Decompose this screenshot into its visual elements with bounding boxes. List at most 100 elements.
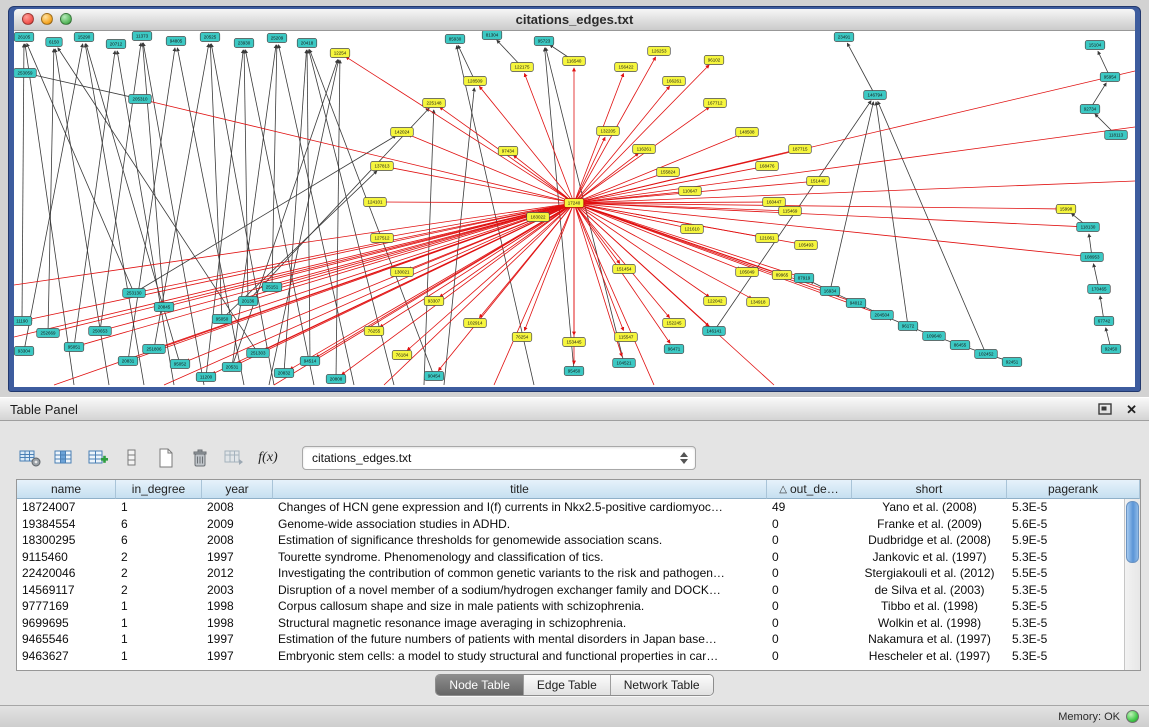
graph-node[interactable]: 26105 bbox=[14, 33, 34, 42]
graph-node[interactable]: 118130 bbox=[1077, 223, 1100, 232]
network-window[interactable]: citations_edges.txt 17240 116540 122175 128… bbox=[8, 6, 1141, 392]
graph-node[interactable]: 132205 bbox=[597, 127, 620, 136]
graph-node[interactable]: 116261 bbox=[633, 145, 656, 154]
graph-node[interactable]: 20808 bbox=[326, 375, 346, 384]
column-header-year[interactable]: year bbox=[202, 480, 273, 499]
graph-node[interactable]: 168476 bbox=[756, 162, 779, 171]
graph-node[interactable]: 94012 bbox=[846, 299, 866, 308]
graph-node[interactable]: 204504 bbox=[871, 311, 894, 320]
table-row[interactable]: 946554611997Estimation of the future num… bbox=[17, 631, 1125, 648]
show-column-icon[interactable] bbox=[50, 445, 78, 471]
graph-node[interactable]: 90454 bbox=[424, 372, 444, 381]
graph-node[interactable]: 20525 bbox=[200, 33, 220, 42]
graph-node[interactable]: 95052 bbox=[170, 360, 190, 369]
table-row[interactable]: 977716911998Corpus callosum shape and si… bbox=[17, 598, 1125, 615]
graph-node[interactable]: 151440 bbox=[807, 177, 830, 186]
graph-node[interactable]: 81304 bbox=[482, 31, 502, 40]
graph-node[interactable]: 109640 bbox=[923, 332, 946, 341]
delete-table-icon[interactable] bbox=[186, 445, 214, 471]
graph-node[interactable]: 187715 bbox=[789, 145, 812, 154]
graph-node[interactable]: 108953 bbox=[1081, 253, 1104, 262]
graph-node[interactable]: 121610 bbox=[681, 225, 704, 234]
table-row[interactable]: 2242004622012Investigating the contribut… bbox=[17, 565, 1125, 582]
graph-node[interactable]: 86455 bbox=[950, 341, 970, 350]
column-header-pagerank[interactable]: pagerank bbox=[1007, 480, 1140, 499]
scrollbar-thumb[interactable] bbox=[1126, 501, 1139, 563]
float-panel-icon[interactable] bbox=[1098, 403, 1112, 415]
graph-node[interactable]: 95954 bbox=[1100, 73, 1120, 82]
vertical-scrollbar[interactable] bbox=[1124, 499, 1140, 670]
graph-node[interactable]: 156422 bbox=[615, 63, 638, 72]
graph-node[interactable]: 127512 bbox=[371, 234, 394, 243]
graph-node[interactable]: 76184 bbox=[392, 351, 412, 360]
column-header-name[interactable]: name bbox=[17, 480, 116, 499]
graph-node[interactable]: 92451 bbox=[1002, 358, 1022, 367]
graph-node[interactable]: 76255 bbox=[364, 327, 384, 336]
graph-node[interactable]: 118113 bbox=[1105, 131, 1128, 140]
graph-node[interactable]: 92734 bbox=[1080, 105, 1100, 114]
graph-node[interactable]: 128509 bbox=[464, 77, 487, 86]
graph-node[interactable]: 16934 bbox=[820, 287, 840, 296]
new-table-icon[interactable] bbox=[152, 445, 180, 471]
column-header-out_de[interactable]: △out_de… bbox=[767, 480, 852, 499]
graph-node[interactable]: 122175 bbox=[511, 63, 534, 72]
graph-node[interactable]: 142024 bbox=[391, 128, 414, 137]
zoom-button[interactable] bbox=[60, 13, 72, 25]
table-row[interactable]: 1456911722003Disruption of a novel membe… bbox=[17, 582, 1125, 599]
graph-node[interactable]: 115469 bbox=[779, 207, 802, 216]
graph-node[interactable]: 93307 bbox=[424, 297, 444, 306]
graph-node[interactable]: 170465 bbox=[1088, 285, 1111, 294]
graph-node[interactable]: 116540 bbox=[563, 57, 586, 66]
graph-node[interactable]: 130021 bbox=[391, 268, 414, 277]
graph-node[interactable]: 20136 bbox=[238, 297, 258, 306]
graph-node[interactable]: 252669 bbox=[37, 329, 60, 338]
table-row[interactable]: 911546021997Tourette syndrome. Phenomeno… bbox=[17, 549, 1125, 566]
graph-node[interactable]: 160447 bbox=[763, 198, 786, 207]
graph-node[interactable]: 253059 bbox=[14, 69, 36, 78]
graph-node[interactable]: 11190 bbox=[14, 317, 32, 326]
graph-node[interactable]: 146141 bbox=[703, 327, 726, 336]
graph-hub-node[interactable]: 17240 bbox=[564, 199, 584, 208]
graph-node[interactable]: 152245 bbox=[663, 319, 686, 328]
graph-node[interactable]: 137813 bbox=[371, 162, 394, 171]
graph-node[interactable]: 11373 bbox=[132, 32, 152, 41]
graph-node[interactable]: 134918 bbox=[747, 298, 770, 307]
graph-node[interactable]: 87919 bbox=[794, 274, 814, 283]
graph-node[interactable]: 95051 bbox=[64, 343, 84, 352]
graph-node[interactable]: 20712 bbox=[106, 40, 126, 49]
function-builder-icon[interactable]: f(x) bbox=[254, 445, 282, 471]
column-header-short[interactable]: short bbox=[852, 480, 1007, 499]
graph-node[interactable]: 95050 bbox=[212, 315, 232, 324]
graph-node[interactable]: 20831 bbox=[118, 357, 138, 366]
network-canvas[interactable]: 17240 116540 122175 128509 225148 142024 13781… bbox=[14, 31, 1135, 387]
graph-node[interactable]: 126253 bbox=[648, 47, 671, 56]
graph-node[interactable]: 93304 bbox=[14, 347, 34, 356]
graph-node[interactable]: 115547 bbox=[615, 333, 638, 342]
graph-node[interactable]: 122042 bbox=[704, 297, 727, 306]
graph-node[interactable]: 6150 bbox=[46, 38, 62, 47]
graph-node[interactable]: 20832 bbox=[274, 369, 294, 378]
graph-node[interactable]: 251303 bbox=[247, 349, 270, 358]
import-table-icon[interactable] bbox=[220, 445, 248, 471]
graph-node[interactable]: 121061 bbox=[756, 234, 779, 243]
table-row[interactable]: 1938455462009Genome-wide association stu… bbox=[17, 516, 1125, 533]
network-window-titlebar[interactable]: citations_edges.txt bbox=[14, 9, 1135, 31]
graph-node[interactable]: 124101 bbox=[364, 198, 387, 207]
tab-node-table[interactable]: Node Table bbox=[436, 675, 524, 695]
graph-node[interactable]: 85930 bbox=[445, 35, 465, 44]
graph-node[interactable]: 96102 bbox=[704, 56, 724, 65]
graph-node[interactable]: 25151 bbox=[262, 283, 282, 292]
graph-node[interactable]: 151454 bbox=[613, 265, 636, 274]
graph-node[interactable]: 25209 bbox=[267, 34, 287, 43]
graph-node[interactable]: 251806 bbox=[143, 345, 166, 354]
tab-network-table[interactable]: Network Table bbox=[611, 675, 713, 695]
graph-node[interactable]: 95450 bbox=[564, 367, 584, 376]
network-graph[interactable]: 17240 116540 122175 128509 225148 142024 13781… bbox=[14, 31, 1135, 387]
graph-node[interactable]: 94805 bbox=[166, 37, 186, 46]
graph-node[interactable]: 148508 bbox=[736, 128, 759, 137]
graph-node[interactable]: 23930 bbox=[234, 39, 254, 48]
minimize-button[interactable] bbox=[41, 13, 53, 25]
graph-node[interactable]: 166261 bbox=[663, 77, 686, 86]
graph-node[interactable]: 67742 bbox=[1094, 317, 1114, 326]
graph-node[interactable]: 225148 bbox=[423, 99, 446, 108]
